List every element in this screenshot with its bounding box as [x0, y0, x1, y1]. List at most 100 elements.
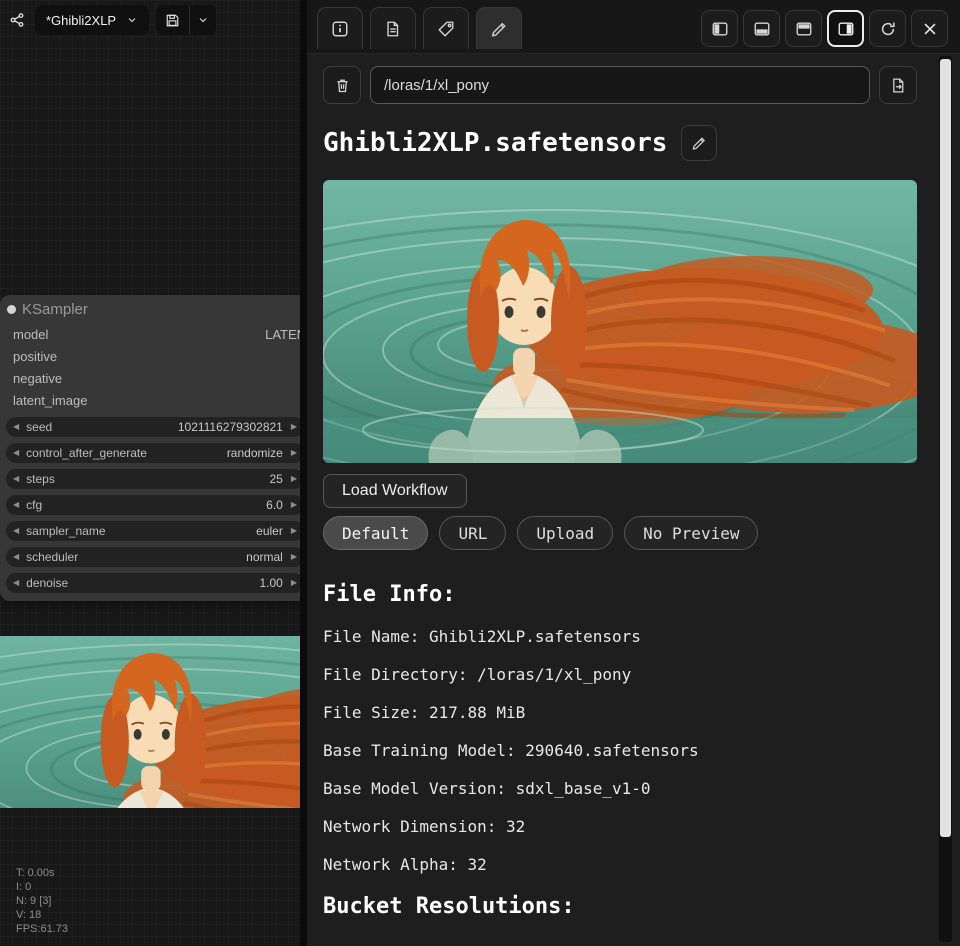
preview-none-button[interactable]: No Preview: [624, 516, 758, 550]
widget-scheduler[interactable]: ◀ scheduler normal ▶: [6, 547, 300, 567]
file-info-line: File Size: 217.88 MiB: [323, 703, 917, 722]
widget-seed[interactable]: ◀ seed 1021116279302821 ▶: [6, 417, 300, 437]
save-icon: [165, 13, 180, 28]
bucket-resolutions-heading: Bucket Resolutions:: [323, 894, 917, 920]
widget-denoise[interactable]: ◀ denoise 1.00 ▶: [6, 573, 300, 593]
model-preview-image: [323, 180, 917, 463]
decrement-arrow-icon[interactable]: ◀: [13, 527, 19, 535]
dock-bottom-icon: [753, 20, 771, 38]
save-workflow-button[interactable]: [156, 5, 190, 35]
dock-top-icon: [795, 20, 813, 38]
workflow-graph-icon[interactable]: [6, 5, 28, 35]
pencil-icon: [691, 135, 707, 151]
preview-default-button[interactable]: Default: [323, 516, 428, 550]
tab-description[interactable]: [370, 7, 416, 49]
scrollbar-thumb[interactable]: [940, 59, 951, 837]
widget-value: 6.0: [266, 498, 283, 512]
tab-info[interactable]: [317, 7, 363, 49]
save-options-button[interactable]: [190, 5, 216, 35]
decrement-arrow-icon[interactable]: ◀: [13, 501, 19, 509]
node-input-row: model LATENT: [0, 323, 300, 345]
canvas-stats: T: 0.00s I: 0 N: 9 [3] V: 18 FPS:61.73: [16, 866, 68, 936]
node-input-row: positive: [0, 345, 300, 367]
panel-scrollbar[interactable]: [939, 56, 952, 942]
increment-arrow-icon[interactable]: ▶: [291, 501, 297, 509]
model-title: Ghibli2XLP.safetensors: [323, 128, 667, 158]
close-icon: [921, 20, 939, 38]
node-header[interactable]: KSampler: [0, 295, 300, 323]
decrement-arrow-icon[interactable]: ◀: [13, 449, 19, 457]
dock-bottom-button[interactable]: [743, 10, 780, 47]
increment-arrow-icon[interactable]: ▶: [291, 449, 297, 457]
model-info-panel: Ghibli2XLP.safetensors Load Workflow Def…: [300, 0, 960, 946]
widget-value: 1.00: [259, 576, 282, 590]
stat-line: T: 0.00s: [16, 866, 68, 880]
tab-tags[interactable]: [423, 7, 469, 49]
ksampler-node[interactable]: KSampler model LATENT positive negative …: [0, 295, 300, 601]
model-path-input[interactable]: [370, 66, 870, 104]
path-row: [323, 66, 917, 104]
decrement-arrow-icon[interactable]: ◀: [13, 423, 19, 431]
title-row: Ghibli2XLP.safetensors: [323, 124, 917, 162]
preview-source-buttons: Default URL Upload No Preview: [323, 516, 917, 550]
file-info-line: File Directory: /loras/1/xl_pony: [323, 665, 917, 684]
pencil-icon: [490, 20, 508, 38]
preview-url-button[interactable]: URL: [439, 516, 506, 550]
workflow-selector[interactable]: *Ghibli2XLP: [35, 5, 149, 35]
close-panel-button[interactable]: [911, 10, 948, 47]
delete-model-button[interactable]: [323, 66, 361, 104]
widget-value: euler: [256, 524, 283, 538]
input-label: model: [13, 327, 48, 342]
tab-edit[interactable]: [476, 7, 522, 49]
panel-toolbar: [307, 0, 960, 54]
refresh-button[interactable]: [869, 10, 906, 47]
file-info-heading: File Info:: [323, 582, 917, 608]
decrement-arrow-icon[interactable]: ◀: [13, 553, 19, 561]
tag-icon: [437, 20, 455, 38]
file-info-line: File Name: Ghibli2XLP.safetensors: [323, 627, 917, 646]
panel-content: Ghibli2XLP.safetensors Load Workflow Def…: [307, 66, 960, 920]
widget-steps[interactable]: ◀ steps 25 ▶: [6, 469, 300, 489]
widget-label: denoise: [26, 576, 68, 590]
generated-preview-image: [0, 636, 300, 808]
increment-arrow-icon[interactable]: ▶: [291, 475, 297, 483]
file-info-line: Base Model Version: sdxl_base_v1-0: [323, 779, 917, 798]
workflow-name: *Ghibli2XLP: [46, 13, 116, 28]
widget-cfg[interactable]: ◀ cfg 6.0 ▶: [6, 495, 300, 515]
stat-line: V: 18: [16, 908, 68, 922]
widget-sampler-name[interactable]: ◀ sampler_name euler ▶: [6, 521, 300, 541]
input-label: positive: [13, 349, 57, 364]
widget-control-after-generate[interactable]: ◀ control_after_generate randomize ▶: [6, 443, 300, 463]
decrement-arrow-icon[interactable]: ◀: [13, 579, 19, 587]
widget-label: sampler_name: [26, 524, 105, 538]
chevron-down-icon: [126, 14, 138, 26]
trash-icon: [334, 77, 351, 94]
decrement-arrow-icon[interactable]: ◀: [13, 475, 19, 483]
dock-right-icon: [837, 20, 855, 38]
increment-arrow-icon[interactable]: ▶: [291, 553, 297, 561]
node-input-row: latent_image: [0, 389, 300, 411]
increment-arrow-icon[interactable]: ▶: [291, 579, 297, 587]
stat-line: N: 9 [3]: [16, 894, 68, 908]
node-collapse-dot[interactable]: [7, 305, 16, 314]
node-canvas[interactable]: *Ghibli2XLP KSampler model LATENT positi…: [0, 0, 300, 946]
rename-model-button[interactable]: [681, 125, 717, 161]
file-info-line: Network Alpha: 32: [323, 855, 917, 874]
load-workflow-button[interactable]: Load Workflow: [323, 474, 467, 508]
input-label: latent_image: [13, 393, 87, 408]
dock-top-button[interactable]: [785, 10, 822, 47]
dock-left-button[interactable]: [701, 10, 738, 47]
increment-arrow-icon[interactable]: ▶: [291, 527, 297, 535]
move-model-button[interactable]: [879, 66, 917, 104]
widget-label: seed: [26, 420, 52, 434]
widget-label: control_after_generate: [26, 446, 147, 460]
preview-upload-button[interactable]: Upload: [517, 516, 613, 550]
output-label: LATENT: [265, 323, 300, 345]
panel-position-controls: [701, 10, 948, 47]
file-info-line: Base Training Model: 290640.safetensors: [323, 741, 917, 760]
dock-right-button[interactable]: [827, 10, 864, 47]
save-button-group: [156, 5, 216, 35]
stat-line: FPS:61.73: [16, 922, 68, 936]
refresh-icon: [879, 20, 897, 38]
increment-arrow-icon[interactable]: ▶: [291, 423, 297, 431]
